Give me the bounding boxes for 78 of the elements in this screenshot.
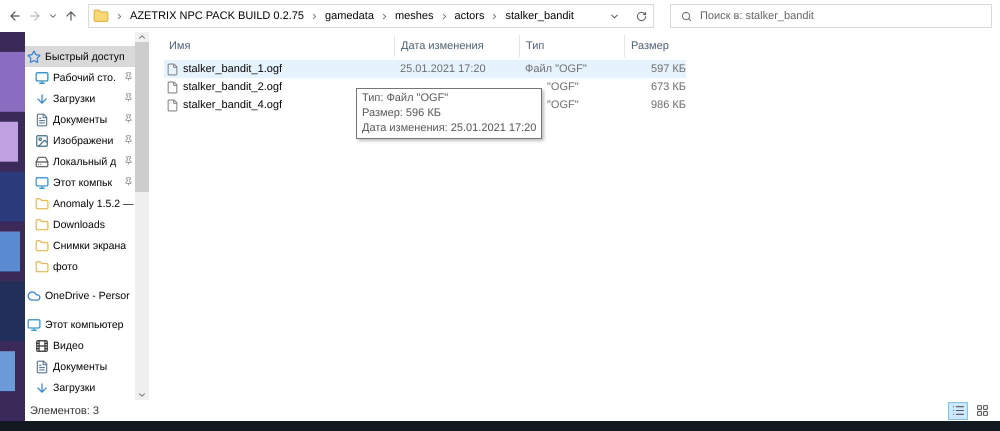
sidebar-item[interactable]: Быстрый доступ [25, 46, 135, 67]
sidebar-item[interactable]: Снимки экрана [25, 235, 135, 256]
download-icon [35, 92, 49, 106]
pin-icon [124, 93, 133, 102]
film-icon [35, 338, 49, 352]
sidebar-item[interactable]: Downloads [25, 214, 135, 235]
sidebar-item[interactable]: Этот компьк [25, 172, 135, 193]
star-icon [27, 50, 41, 64]
type-cell-text: "OGF" [546, 99, 580, 111]
document-icon [35, 360, 49, 374]
tooltip-line: Тип: Файл "OGF" [362, 91, 450, 106]
sidebar-item[interactable]: Документы [25, 356, 135, 377]
file-name: stalker_bandit_4.ogf [183, 99, 282, 111]
column-header[interactable]: Дата изменения [394, 35, 519, 57]
folder-icon [35, 260, 49, 274]
sidebar-item[interactable]: Изображени [25, 130, 135, 151]
file-row[interactable]: stalker_bandit_1.ogf 25.01.2021 17:20 Файл "OGF" 597 КБ [164, 60, 686, 78]
folder-icon [35, 218, 49, 232]
sidebar-item[interactable]: Документы [25, 109, 135, 130]
column-header[interactable]: Тип [519, 35, 624, 57]
document-icon [35, 112, 49, 126]
sidebar-item[interactable]: фото [25, 256, 135, 277]
folder-icon [93, 8, 109, 24]
size-cell-text: 597 КБ [650, 63, 686, 75]
scrollbar[interactable] [135, 32, 149, 400]
back-icon[interactable] [8, 9, 22, 23]
file-icon [166, 98, 179, 112]
sidebar-item[interactable]: Anomaly 1.5.2 — [25, 193, 135, 214]
sidebar-item[interactable]: Локальный д [25, 151, 135, 172]
column-header[interactable]: Имя [164, 35, 394, 57]
folder-icon [35, 196, 49, 210]
drive-icon [35, 154, 49, 168]
tooltip-line: Дата изменения: 25.01.2021 17:20 [362, 121, 536, 136]
pin-icon [124, 72, 133, 81]
list-icon [952, 404, 964, 417]
search-icon [681, 10, 692, 22]
refresh-icon[interactable] [636, 10, 647, 22]
pin-icon [124, 156, 133, 165]
file-name: stalker_bandit_1.ogf [183, 63, 282, 75]
file-icon [166, 62, 179, 76]
up-icon[interactable] [64, 9, 78, 23]
type-cell-text: "OGF" [546, 81, 580, 93]
file-name: stalker_bandit_2.ogf [183, 81, 282, 93]
breadcrumb-segment[interactable]: stalker_bandit [505, 10, 574, 22]
monitor-icon [35, 176, 49, 190]
folder-icon [35, 238, 49, 252]
download-icon [35, 380, 49, 394]
monitor-icon [27, 318, 41, 332]
cloud-icon [27, 288, 41, 302]
sidebar-item[interactable]: Видео [25, 335, 135, 356]
search-placeholder: Поиск в: stalker_bandit [700, 10, 814, 22]
size-cell-text: 986 КБ [650, 99, 686, 111]
separator-icon [115, 12, 124, 20]
breadcrumb-segment[interactable]: meshes [394, 10, 434, 22]
status-text: Элементов: 3 [30, 404, 99, 416]
pin-icon [124, 135, 133, 144]
address-bar[interactable]: AZETRIX NPC PACK BUILD 0.2.75 gamedata meshes actors stalker_bandit [88, 4, 654, 28]
pin-icon [124, 114, 133, 123]
sidebar-item[interactable]: Рабочий сто. [25, 67, 135, 88]
type-cell-text: Файл "OGF" [524, 63, 588, 75]
desktop-icon [35, 70, 49, 84]
breadcrumb-segment[interactable]: AZETRIX NPC PACK BUILD 0.2.75 [130, 10, 304, 22]
image-icon [35, 134, 49, 148]
sidebar-item[interactable]: Загрузки [25, 377, 135, 398]
size-cell-text: 673 КБ [650, 81, 686, 93]
breadcrumb-segment[interactable]: actors [454, 10, 484, 22]
breadcrumb-segment[interactable]: gamedata [325, 10, 374, 22]
column-header[interactable]: Размер [624, 35, 686, 57]
tooltip-line: Размер: 596 КБ [362, 106, 442, 121]
search-field[interactable]: Поиск в: stalker_bandit [670, 4, 992, 28]
pin-icon [124, 177, 133, 186]
file-icon [166, 80, 179, 94]
sidebar-item[interactable]: Загрузки [25, 88, 135, 109]
grid-icon [976, 404, 988, 417]
date-cell-text: 25.01.2021 17:20 [399, 63, 487, 75]
sidebar-item[interactable]: Этот компьютер [25, 314, 135, 335]
details-view-button[interactable] [948, 402, 968, 420]
sidebar-item[interactable]: OneDrive - Persor [25, 285, 135, 306]
